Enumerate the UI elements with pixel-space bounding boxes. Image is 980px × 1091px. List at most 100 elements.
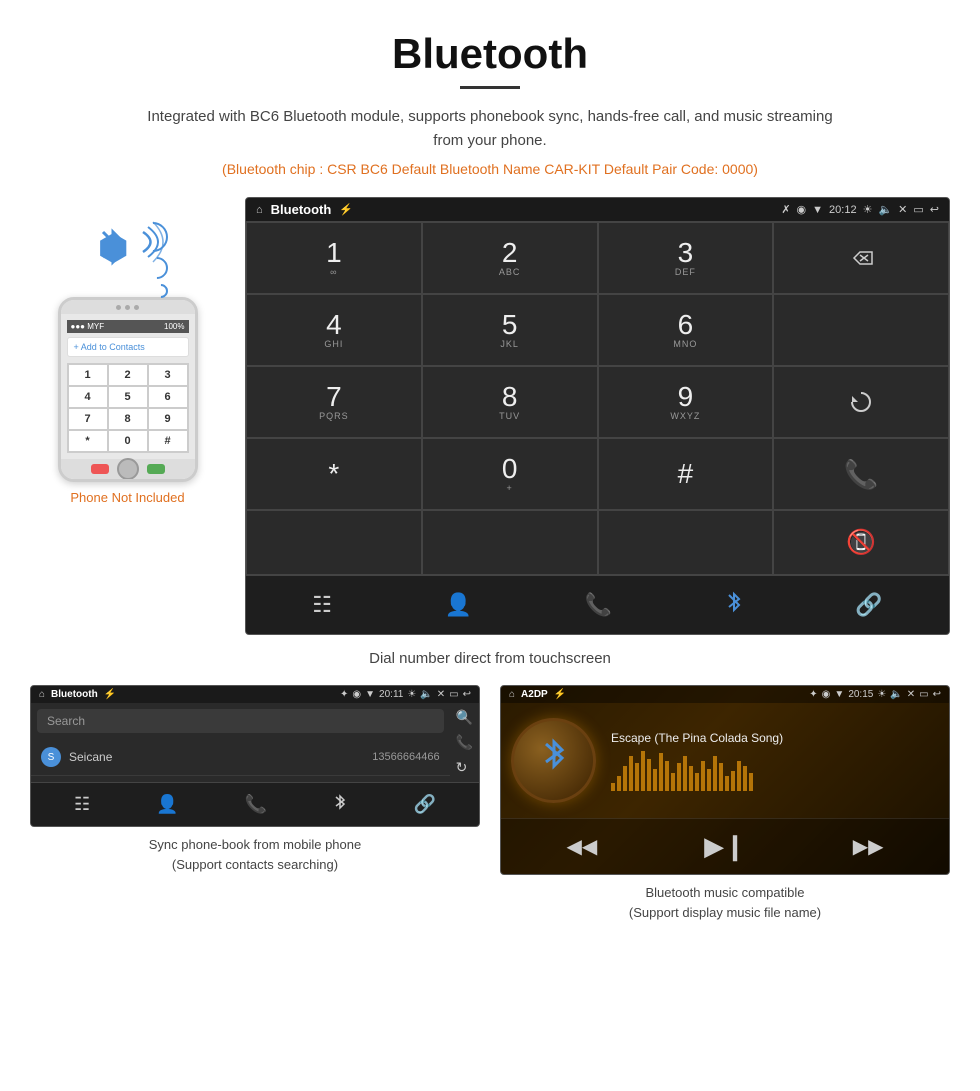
empty-5-1: [246, 510, 422, 575]
phone-key-4[interactable]: 4: [69, 387, 107, 407]
phone-bottom-bar: [61, 459, 195, 479]
phone-key-9[interactable]: 9: [149, 409, 187, 429]
music-screen-title: A2DP: [521, 689, 548, 700]
music-status-bar: ⌂ A2DP ⚡ ✦ ◉ ▼ 20:15 ☀ 🔈 ✕ ▭ ↩: [501, 686, 949, 703]
music-info: Escape (The Pina Colada Song): [611, 731, 939, 791]
visualizer-bar: [647, 759, 651, 791]
dial-key-hash[interactable]: #: [598, 438, 774, 510]
pb-time: 20:11: [379, 689, 403, 700]
nav-bluetooth-icon[interactable]: [725, 590, 743, 620]
main-content: ⬢ ●: [0, 197, 980, 635]
volume-icon[interactable]: 🔈: [878, 203, 892, 216]
album-bt-svg: [538, 736, 570, 778]
sub-abc: ABC: [499, 267, 521, 277]
pb-refresh-icon[interactable]: ↻: [456, 759, 473, 776]
dial-key-call-green[interactable]: 📞: [773, 438, 949, 510]
back-icon[interactable]: ↩: [930, 203, 939, 216]
pb-close-icon[interactable]: ✕: [437, 689, 445, 700]
pb-vol-icon[interactable]: 🔈: [420, 689, 432, 700]
music-home-icon[interactable]: ⌂: [509, 689, 515, 700]
contact-name: Seicane: [69, 750, 372, 764]
pb-cam-icon[interactable]: ☀: [407, 689, 416, 700]
music-win-icon[interactable]: ▭: [919, 689, 928, 700]
location-icon: ◉: [797, 203, 807, 216]
phone-key-0[interactable]: 0: [109, 431, 147, 451]
phone-key-1[interactable]: 1: [69, 365, 107, 385]
page-title: Bluetooth: [20, 30, 960, 78]
home-icon[interactable]: ⌂: [256, 204, 263, 216]
nav-dialpad-icon[interactable]: ☷: [312, 592, 332, 618]
music-location-icon: ◉: [822, 689, 831, 700]
phone-key-5[interactable]: 5: [109, 387, 147, 407]
pb-home-icon[interactable]: ⌂: [39, 689, 45, 700]
music-screen: ⌂ A2DP ⚡ ✦ ◉ ▼ 20:15 ☀ 🔈 ✕ ▭ ↩: [500, 685, 950, 875]
dial-key-5[interactable]: 5 JKL: [422, 294, 598, 366]
dial-key-end-call[interactable]: 📵: [773, 510, 949, 575]
dial-caption: Dial number direct from touchscreen: [0, 650, 980, 667]
digit-8: 8: [502, 383, 518, 411]
prev-track-icon[interactable]: ◀◀: [566, 834, 597, 859]
camera-icon[interactable]: ☀: [863, 203, 873, 216]
dial-key-8[interactable]: 8 TUV: [422, 366, 598, 438]
pb-search-bar[interactable]: Search: [37, 709, 444, 733]
pb-list-area: Search S Seicane 13566664466: [31, 703, 450, 782]
visualizer-bar: [743, 766, 747, 791]
phone-key-7[interactable]: 7: [69, 409, 107, 429]
nav-contacts-icon[interactable]: 👤: [445, 592, 472, 618]
pb-panel-content: Search S Seicane 13566664466 🔍 📞 ↻: [31, 703, 479, 782]
phone-key-star[interactable]: *: [69, 431, 107, 451]
phone-mockup: ●●● MYF 100% Add to Contacts 1 2 3 4 5 6…: [58, 297, 198, 482]
song-title: Escape (The Pina Colada Song): [611, 731, 939, 745]
empty-5-3: [598, 510, 774, 575]
phone-home-button[interactable]: [117, 458, 139, 480]
play-pause-icon[interactable]: ▶❙: [704, 831, 746, 862]
window-icon[interactable]: ▭: [913, 203, 923, 216]
dial-key-4[interactable]: 4 GHI: [246, 294, 422, 366]
phonebook-screen: ⌂ Bluetooth ⚡ ✦ ◉ ▼ 20:11 ☀ 🔈 ✕ ▭ ↩: [30, 685, 480, 827]
phone-key-3[interactable]: 3: [149, 365, 187, 385]
music-status-left: ⌂ A2DP ⚡: [509, 689, 566, 700]
dial-key-backspace[interactable]: [773, 222, 949, 294]
dial-key-reload[interactable]: [773, 366, 949, 438]
end-call-icon: 📵: [846, 528, 876, 557]
dial-key-1[interactable]: 1 ∞: [246, 222, 422, 294]
music-vol-icon[interactable]: 🔈: [890, 689, 902, 700]
phone-key-6[interactable]: 6: [149, 387, 187, 407]
phonebook-caption-text: Sync phone-book from mobile phone(Suppor…: [149, 837, 361, 872]
phone-key-hash[interactable]: #: [149, 431, 187, 451]
music-usb-icon: ⚡: [554, 689, 566, 700]
pb-nav-bt[interactable]: [333, 793, 347, 816]
dial-key-2[interactable]: 2 ABC: [422, 222, 598, 294]
nav-phone-icon[interactable]: 📞: [585, 592, 612, 618]
close-icon[interactable]: ✕: [898, 203, 907, 216]
dialpad-row5: 📵: [246, 510, 949, 575]
pb-nav-phone[interactable]: 📞: [245, 794, 267, 815]
digit-star: *: [328, 460, 339, 488]
phone-key-8[interactable]: 8: [109, 409, 147, 429]
pb-win-icon[interactable]: ▭: [449, 689, 458, 700]
next-track-icon[interactable]: ▶▶: [853, 834, 884, 859]
phone-end-button[interactable]: [91, 464, 109, 474]
contact-phone: 13566664466: [372, 751, 439, 763]
dial-key-7[interactable]: 7 PQRS: [246, 366, 422, 438]
pb-back-icon[interactable]: ↩: [463, 689, 471, 700]
pb-nav-grid[interactable]: ☷: [74, 794, 90, 815]
music-cam-icon[interactable]: ☀: [877, 689, 886, 700]
pb-nav-person[interactable]: 👤: [156, 794, 178, 815]
phone-key-2[interactable]: 2: [109, 365, 147, 385]
dial-key-3[interactable]: 3 DEF: [598, 222, 774, 294]
contact-row-seicane[interactable]: S Seicane 13566664466: [31, 739, 450, 776]
page-header: Bluetooth Integrated with BC6 Bluetooth …: [0, 0, 980, 197]
dial-key-6[interactable]: 6 MNO: [598, 294, 774, 366]
phone-call-button[interactable]: [147, 464, 165, 474]
music-close-icon[interactable]: ✕: [907, 689, 915, 700]
dial-key-0[interactable]: 0 +: [422, 438, 598, 510]
pb-search-icon[interactable]: 🔍: [456, 709, 473, 726]
music-back-icon[interactable]: ↩: [933, 689, 941, 700]
pb-call-icon[interactable]: 📞: [456, 734, 473, 751]
dial-key-9[interactable]: 9 WXYZ: [598, 366, 774, 438]
dial-key-star[interactable]: *: [246, 438, 422, 510]
nav-link-icon[interactable]: 🔗: [855, 592, 882, 618]
pb-nav-link[interactable]: 🔗: [413, 794, 435, 815]
music-panel: ⌂ A2DP ⚡ ✦ ◉ ▼ 20:15 ☀ 🔈 ✕ ▭ ↩: [500, 685, 950, 922]
